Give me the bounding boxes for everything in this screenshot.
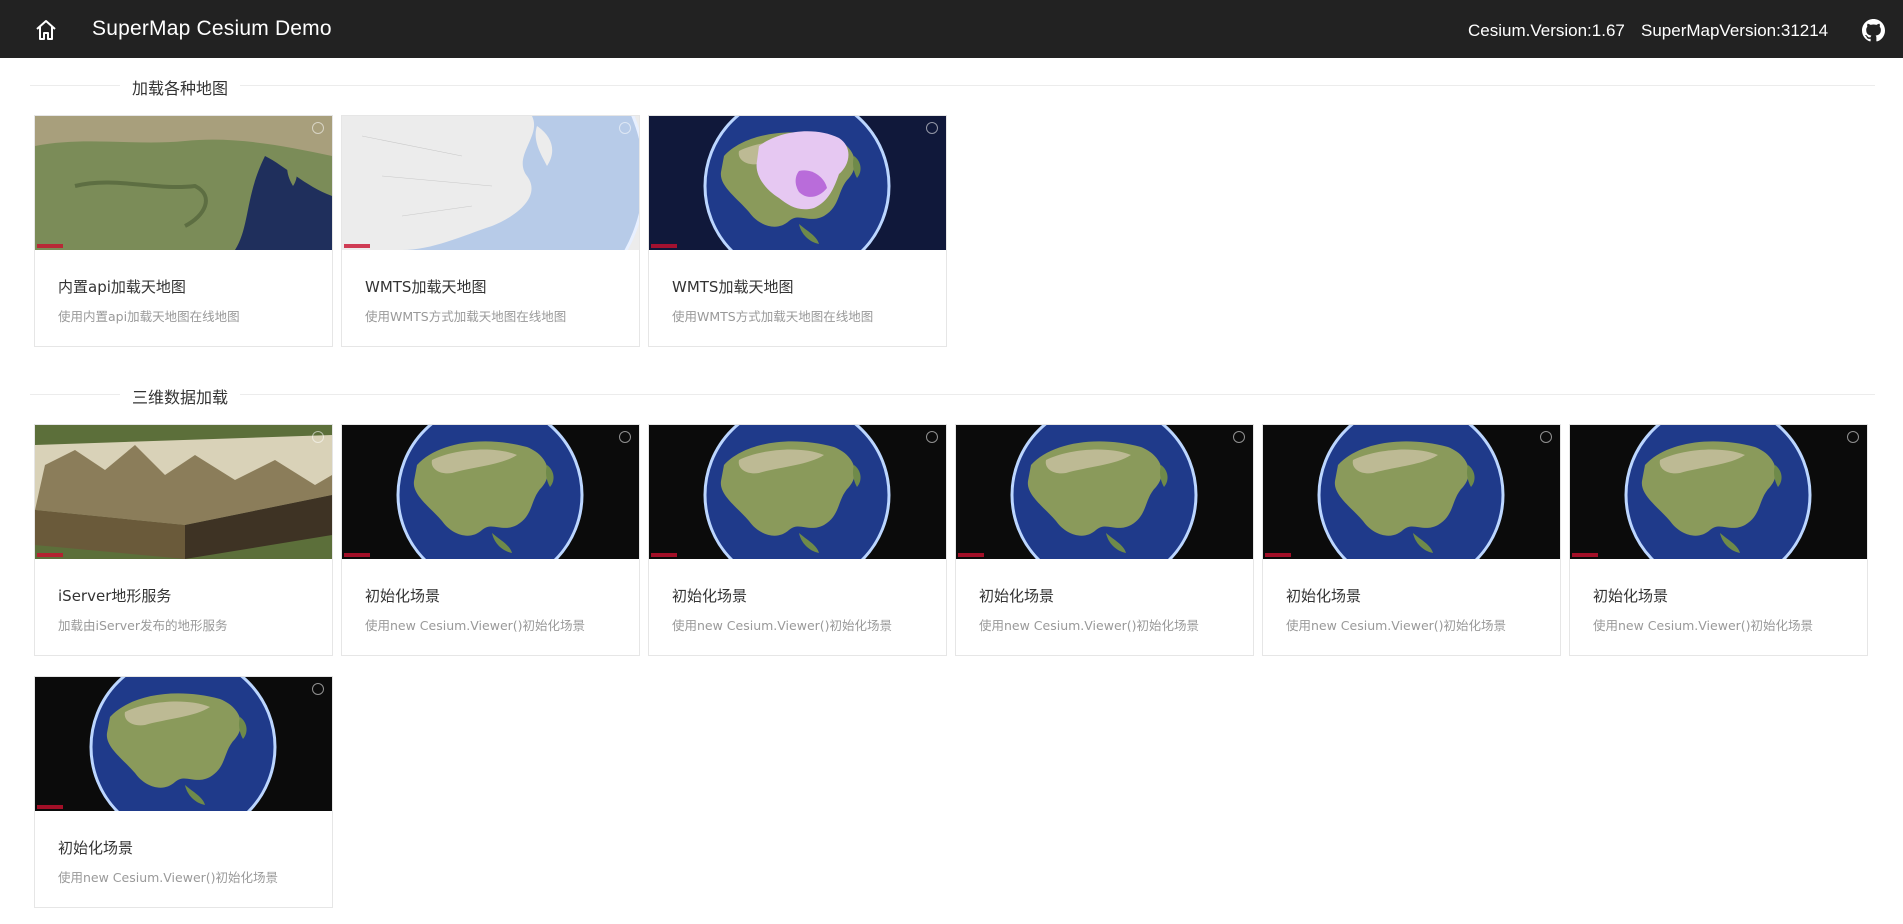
- card-thumbnail[interactable]: [956, 425, 1253, 559]
- example-card[interactable]: 内置api加载天地图使用内置api加载天地图在线地图: [34, 115, 333, 347]
- card-title[interactable]: 初始化场景: [672, 585, 747, 606]
- section-title: 三维数据加载: [120, 384, 241, 408]
- supermap-logo-icon: [37, 553, 63, 557]
- home-icon[interactable]: [34, 19, 58, 41]
- section-title: 加载各种地图: [120, 75, 241, 99]
- card-description: 加载由iServer发布的地形服务: [58, 618, 228, 633]
- card-thumbnail[interactable]: [649, 425, 946, 559]
- supermap-logo-icon: [651, 244, 677, 248]
- example-card[interactable]: 初始化场景使用new Cesium.Viewer()初始化场景: [955, 424, 1254, 656]
- supermap-logo-icon: [344, 553, 370, 557]
- loading-icon: [312, 683, 324, 695]
- card-description: 使用WMTS方式加载天地图在线地图: [672, 309, 874, 324]
- card-description: 使用new Cesium.Viewer()初始化场景: [58, 870, 279, 885]
- card-title[interactable]: WMTS加载天地图: [365, 276, 486, 297]
- card-thumbnail[interactable]: [1570, 425, 1867, 559]
- example-card[interactable]: 初始化场景使用new Cesium.Viewer()初始化场景: [648, 424, 947, 656]
- card-thumbnail[interactable]: [342, 116, 639, 250]
- card-description: 使用new Cesium.Viewer()初始化场景: [1593, 618, 1814, 633]
- section-divider: [30, 394, 1875, 395]
- supermap-logo-icon: [37, 805, 63, 809]
- loading-icon: [1847, 431, 1859, 443]
- example-card[interactable]: 初始化场景使用new Cesium.Viewer()初始化场景: [1262, 424, 1561, 656]
- supermap-logo-icon: [958, 553, 984, 557]
- loading-icon: [619, 122, 631, 134]
- card-thumbnail[interactable]: [35, 116, 332, 250]
- example-card[interactable]: 初始化场景使用new Cesium.Viewer()初始化场景: [1569, 424, 1868, 656]
- supermap-logo-icon: [37, 244, 63, 248]
- card-title[interactable]: 初始化场景: [979, 585, 1054, 606]
- example-card[interactable]: WMTS加载天地图使用WMTS方式加载天地图在线地图: [648, 115, 947, 347]
- loading-icon: [619, 431, 631, 443]
- example-card[interactable]: 初始化场景使用new Cesium.Viewer()初始化场景: [341, 424, 640, 656]
- app-title[interactable]: SuperMap Cesium Demo: [92, 17, 332, 41]
- top-navbar: SuperMap Cesium Demo Cesium.Version:1.67…: [0, 0, 1903, 58]
- card-title[interactable]: 初始化场景: [1593, 585, 1668, 606]
- supermap-logo-icon: [1572, 553, 1598, 557]
- loading-icon: [926, 431, 938, 443]
- card-thumbnail[interactable]: [342, 425, 639, 559]
- supermap-logo-icon: [344, 244, 370, 248]
- github-icon[interactable]: [1862, 19, 1885, 42]
- card-title[interactable]: 初始化场景: [365, 585, 440, 606]
- card-thumbnail[interactable]: [35, 677, 332, 811]
- card-thumbnail[interactable]: [649, 116, 946, 250]
- card-description: 使用内置api加载天地图在线地图: [58, 309, 240, 324]
- card-title[interactable]: 内置api加载天地图: [58, 276, 186, 297]
- loading-icon: [1540, 431, 1552, 443]
- card-description: 使用new Cesium.Viewer()初始化场景: [1286, 618, 1507, 633]
- section-divider: [30, 85, 1875, 86]
- card-description: 使用new Cesium.Viewer()初始化场景: [672, 618, 893, 633]
- card-description: 使用new Cesium.Viewer()初始化场景: [979, 618, 1200, 633]
- card-description: 使用WMTS方式加载天地图在线地图: [365, 309, 567, 324]
- loading-icon: [312, 122, 324, 134]
- example-card[interactable]: iServer地形服务加载由iServer发布的地形服务: [34, 424, 333, 656]
- card-title[interactable]: WMTS加载天地图: [672, 276, 793, 297]
- loading-icon: [312, 431, 324, 443]
- supermap-logo-icon: [1265, 553, 1291, 557]
- card-title[interactable]: 初始化场景: [58, 837, 133, 858]
- loading-icon: [926, 122, 938, 134]
- supermap-logo-icon: [651, 553, 677, 557]
- card-thumbnail[interactable]: [1263, 425, 1560, 559]
- supermap-version: SuperMapVersion:31214: [1641, 21, 1829, 40]
- example-card[interactable]: WMTS加载天地图使用WMTS方式加载天地图在线地图: [341, 115, 640, 347]
- card-description: 使用new Cesium.Viewer()初始化场景: [365, 618, 586, 633]
- card-title[interactable]: 初始化场景: [1286, 585, 1361, 606]
- example-card[interactable]: 初始化场景使用new Cesium.Viewer()初始化场景: [34, 676, 333, 908]
- loading-icon: [1233, 431, 1245, 443]
- card-thumbnail[interactable]: [35, 425, 332, 559]
- cesium-version: Cesium.Version:1.67: [1468, 21, 1625, 40]
- card-title[interactable]: iServer地形服务: [58, 585, 171, 606]
